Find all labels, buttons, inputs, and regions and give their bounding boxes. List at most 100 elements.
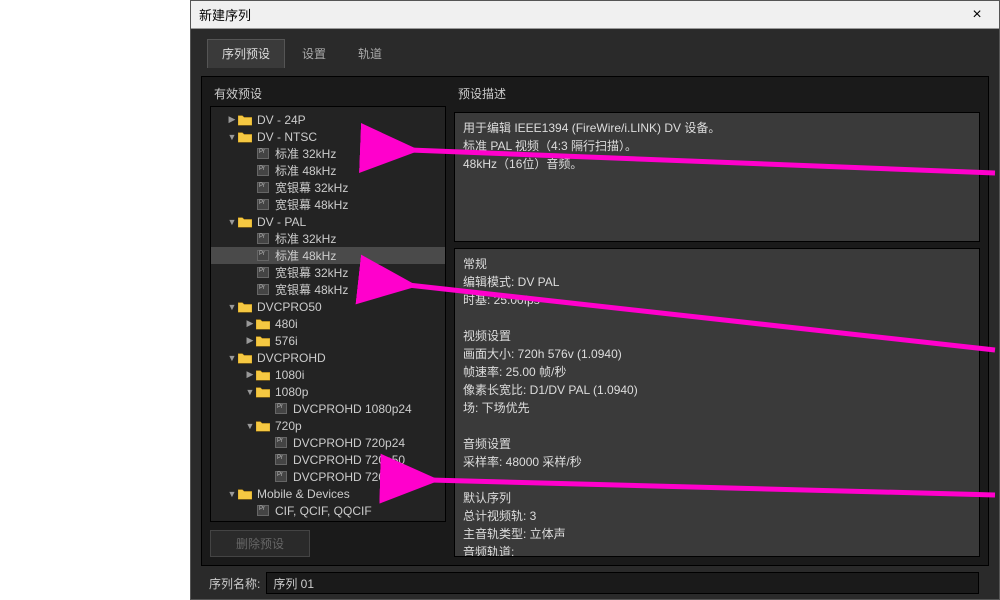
tree-preset[interactable]: DVCPROHD 720p24 (211, 434, 445, 451)
tab-settings[interactable]: 设置 (287, 39, 341, 68)
tree-item-label: 720p (275, 419, 302, 433)
tree-item-label: DVCPROHD 720p24 (293, 436, 405, 450)
folder-icon (255, 419, 271, 433)
tree-item-label: 480i (275, 317, 298, 331)
folder-icon (237, 113, 253, 127)
description-top: 用于编辑 IEEE1394 (FireWire/i.LINK) DV 设备。 标… (454, 112, 980, 242)
tree-folder[interactable]: ▼ DVCPRO50 (211, 298, 445, 315)
sequence-name-label: 序列名称: (209, 575, 260, 592)
tree-item-label: DVCPROHD 720p60 (293, 470, 405, 484)
tree-item-label: 宽银幕 48kHz (275, 196, 348, 213)
expand-arrow-icon[interactable]: ▼ (227, 302, 237, 312)
preset-icon (255, 181, 271, 195)
left-column: 有效预设 ▶DV - 24P▼DV - NTSC标准 32kHz标准 48kHz… (210, 85, 446, 557)
folder-icon (237, 351, 253, 365)
preset-icon (255, 504, 271, 518)
folder-icon (255, 334, 271, 348)
tree-folder[interactable]: ▼ Mobile & Devices (211, 485, 445, 502)
folder-icon (237, 487, 253, 501)
tree-item-label: 576i (275, 334, 298, 348)
tabs: 序列预设 设置 轨道 (201, 39, 989, 68)
tree-item-label: 宽银幕 32kHz (275, 264, 348, 281)
tree-item-label: DV - NTSC (257, 130, 317, 144)
tree-item-label: CIF, QCIF, QQCIF (275, 504, 372, 518)
expand-arrow-icon[interactable]: ▶ (245, 335, 255, 346)
tree-item-label: DVCPRO50 (257, 300, 322, 314)
tree-item-label: 标准 48kHz (275, 247, 336, 264)
new-sequence-dialog: 新建序列 × 序列预设 设置 轨道 有效预设 ▶ DV - 24P ▼ DV - NT… (190, 0, 1000, 600)
tree-preset[interactable]: 宽银幕 32kHz (211, 179, 445, 196)
preset-tree[interactable]: ▶DV - 24P▼DV - NTSC标准 32kHz标准 48kHz宽银幕 3… (210, 106, 446, 522)
tree-item-label: DVCPROHD 720p50 (293, 453, 405, 467)
tree-item-label: DVCPROHD 1080p24 (293, 402, 412, 416)
expand-arrow-icon[interactable]: ▼ (227, 353, 237, 363)
tree-item-label: 1080i (275, 368, 304, 382)
preset-icon (255, 232, 271, 246)
preset-description-label: 预设描述 (454, 85, 980, 102)
preset-icon (273, 453, 289, 467)
folder-icon (237, 130, 253, 144)
preset-icon (255, 283, 271, 297)
folder-icon (255, 317, 271, 331)
folder-icon (237, 300, 253, 314)
titlebar: 新建序列 × (191, 1, 999, 29)
expand-arrow-icon[interactable]: ▶ (227, 114, 237, 125)
tree-folder[interactable]: ▶ 576i (211, 332, 445, 349)
tree-folder[interactable]: ▶ DV - 24P (211, 111, 445, 128)
dialog-body: 序列预设 设置 轨道 有效预设 ▶DV - 24P▼DV - NTSC标准 32… (191, 29, 999, 599)
tree-preset[interactable]: 宽银幕 48kHz (211, 281, 445, 298)
tab-tracks[interactable]: 轨道 (343, 39, 397, 68)
tree-item-label: DV - 24P (257, 113, 306, 127)
sequence-name-input[interactable] (266, 572, 979, 594)
expand-arrow-icon[interactable]: ▼ (227, 132, 237, 142)
tree-preset[interactable]: 标准 32kHz (211, 145, 445, 162)
right-column: 预设描述 用于编辑 IEEE1394 (FireWire/i.LINK) DV … (454, 85, 980, 557)
tree-preset[interactable]: 标准 48kHz (211, 247, 445, 264)
preset-icon (255, 266, 271, 280)
tree-preset[interactable]: DVCPROHD 720p60 (211, 468, 445, 485)
tree-item-label: 宽银幕 48kHz (275, 281, 348, 298)
expand-arrow-icon[interactable]: ▼ (245, 421, 255, 431)
preset-icon (255, 198, 271, 212)
tree-preset[interactable]: DVCPROHD 720p50 (211, 451, 445, 468)
description-bottom: 常规 编辑模式: DV PAL 时基: 25.00fps 视频设置 画面大小: … (454, 248, 980, 557)
tab-presets[interactable]: 序列预设 (207, 39, 285, 68)
expand-arrow-icon[interactable]: ▼ (227, 217, 237, 227)
tree-preset[interactable]: 宽银幕 48kHz (211, 196, 445, 213)
delete-preset-button[interactable]: 删除预设 (210, 530, 310, 557)
tree-item-label: Mobile & Devices (257, 487, 350, 501)
tree-preset[interactable]: CIF, QCIF, QQCIF (211, 502, 445, 519)
folder-icon (255, 385, 271, 399)
tree-folder[interactable]: ▼DVCPROHD (211, 349, 445, 366)
tree-folder[interactable]: ▼ DV - PAL (211, 213, 445, 230)
expand-arrow-icon[interactable]: ▶ (245, 369, 255, 380)
dialog-title: 新建序列 (199, 5, 963, 24)
expand-arrow-icon[interactable]: ▼ (227, 489, 237, 499)
preset-icon (273, 402, 289, 416)
expand-arrow-icon[interactable]: ▶ (245, 318, 255, 329)
tree-folder[interactable]: ▶ 480i (211, 315, 445, 332)
tree-preset[interactable]: 标准 48kHz (211, 162, 445, 179)
tree-folder[interactable]: ▼ 720p (211, 417, 445, 434)
tree-folder[interactable]: ▼ 1080p (211, 383, 445, 400)
preset-icon (255, 249, 271, 263)
tree-item-label: 宽银幕 32kHz (275, 179, 348, 196)
tree-preset[interactable]: 宽银幕 32kHz (211, 264, 445, 281)
tree-folder[interactable]: ▼ DV - NTSC (211, 128, 445, 145)
main-panel: 有效预设 ▶DV - 24P▼DV - NTSC标准 32kHz标准 48kHz… (201, 76, 989, 566)
tree-preset[interactable]: 标准 32kHz (211, 230, 445, 247)
sequence-name-row: 序列名称: (201, 572, 989, 594)
preset-icon (255, 147, 271, 161)
close-button[interactable]: × (963, 5, 991, 25)
tree-preset[interactable]: DVCPROHD 1080p24 (211, 400, 445, 417)
preset-icon (273, 470, 289, 484)
tree-item-label: 标准 32kHz (275, 145, 336, 162)
tree-item-label: 1080p (275, 385, 308, 399)
expand-arrow-icon[interactable]: ▼ (245, 387, 255, 397)
tree-folder[interactable]: ▶ 1080i (211, 366, 445, 383)
folder-icon (237, 215, 253, 229)
tree-item-label: DV - PAL (257, 215, 306, 229)
preset-icon (255, 164, 271, 178)
available-presets-label: 有效预设 (210, 85, 446, 102)
folder-icon (255, 368, 271, 382)
